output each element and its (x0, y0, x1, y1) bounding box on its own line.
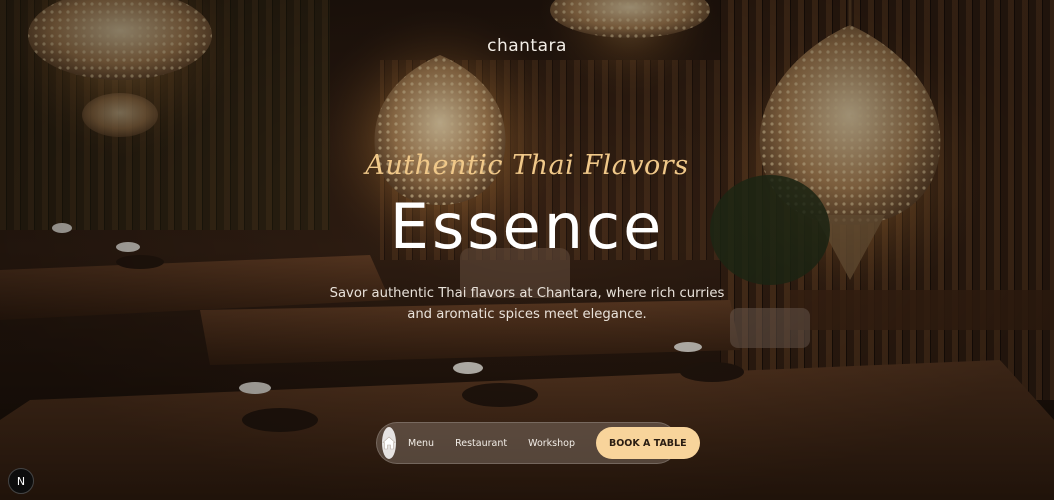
nav-item-menu[interactable]: Menu (408, 438, 434, 449)
floating-nav-bar: Menu Restaurant Workshop BOOK A TABLE (376, 422, 700, 464)
hero-tagline: Authentic Thai Flavors (365, 150, 689, 181)
hero-description: Savor authentic Thai flavors at Chantara… (329, 286, 725, 322)
home-button[interactable] (382, 427, 396, 459)
home-icon (382, 436, 396, 450)
nav-item-workshop[interactable]: Workshop (528, 438, 575, 449)
book-a-table-button[interactable]: BOOK A TABLE (595, 427, 700, 459)
nav-item-restaurant[interactable]: Restaurant (455, 438, 507, 449)
framework-badge[interactable]: N (8, 468, 34, 494)
hero-headline: Essence (389, 190, 665, 263)
brand-logo[interactable]: chantara (0, 36, 1054, 56)
